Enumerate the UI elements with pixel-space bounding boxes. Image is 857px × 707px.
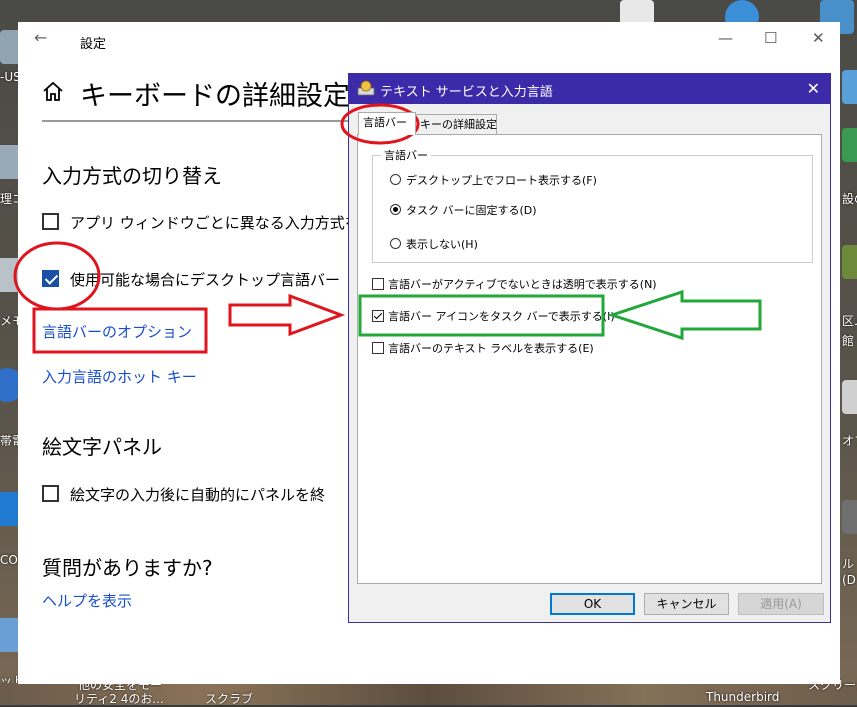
hidden-radio[interactable] — [390, 238, 401, 249]
desktop-label: 館 — [842, 334, 855, 348]
desktop-label: CO — [0, 553, 18, 567]
float-on-desktop-radio[interactable] — [390, 174, 401, 185]
input-hotkeys-link[interactable]: 入力言語のホット キー — [42, 366, 197, 387]
dock-in-taskbar-label: タスク バーに固定する(D) — [406, 204, 537, 217]
settings-window-title: 設定 — [80, 37, 107, 52]
section-questions-heading: 質問がありますか? — [42, 556, 213, 580]
show-text-labels-label: 言語バーのテキスト ラベルを表示する(E) — [388, 342, 594, 355]
cancel-button[interactable]: キャンセル — [644, 593, 729, 615]
desktop-icon-drive[interactable] — [842, 500, 857, 534]
dock-in-taskbar-radio[interactable] — [390, 204, 401, 215]
language-bar-group: 言語バー デスクトップ上でフロート表示する(F) タスク バーに固定する(D) … — [372, 147, 813, 263]
text-services-dialog: テキスト サービスと入力言語 ✕ 言語バー キーの詳細設定 言語バー デスクトッ… — [348, 73, 831, 623]
language-bar-group-label: 言語バー — [381, 147, 431, 163]
help-link[interactable]: ヘルプを表示 — [42, 590, 132, 611]
desktop-icon-office[interactable] — [842, 380, 857, 414]
close-icon[interactable]: ✕ — [812, 29, 825, 47]
maximize-icon[interactable]: ☐ — [764, 29, 777, 47]
desktop-icon-library[interactable] — [842, 245, 857, 279]
section-input-switch-heading: 入力方式の切り替え — [42, 164, 222, 188]
hidden-label: 表示しない(H) — [406, 238, 478, 251]
transparent-when-inactive-label: 言語バーがアクティブでないときは透明で表示する(N) — [388, 278, 657, 291]
desktop-label: (D — [842, 573, 856, 587]
page-title: キーボードの詳細設定 — [80, 81, 350, 112]
section-emoji-heading: 絵文字パネル — [42, 435, 162, 459]
desktop-langbar-checkbox[interactable] — [42, 270, 59, 287]
title-divider — [42, 120, 352, 122]
desktop-label: Thunderbird — [706, 690, 780, 704]
ok-button[interactable]: OK — [550, 593, 635, 615]
language-bar-tab-panel: 言語バー デスクトップ上でフロート表示する(F) タスク バーに固定する(D) … — [357, 134, 822, 584]
desktop-label: オフ — [842, 434, 857, 448]
emoji-autoclose-label: 絵文字の入力後に自動的にパネルを終 — [70, 486, 326, 504]
per-app-input-checkbox[interactable] — [42, 213, 59, 230]
tab-advanced-key-settings[interactable]: キーの詳細設定 — [415, 114, 497, 134]
tab-language-bar[interactable]: 言語バー — [358, 112, 416, 135]
transparent-when-inactive-checkbox[interactable] — [372, 278, 384, 290]
langbar-options-link[interactable]: 言語バーのオプション — [42, 321, 192, 342]
per-app-input-label: アプリ ウィンドウごとに異なる入力方式を — [70, 214, 360, 232]
emoji-autoclose-checkbox[interactable] — [42, 485, 59, 502]
desktop-icon-mail[interactable] — [842, 70, 857, 104]
desktop-label: 区ム — [842, 314, 857, 328]
dialog-titlebar[interactable]: テキスト サービスと入力言語 ✕ — [349, 74, 830, 104]
minimize-icon[interactable]: — — [718, 29, 733, 47]
desktop-label: リティ2 4のお... — [74, 692, 164, 706]
home-icon[interactable] — [42, 80, 64, 102]
desktop-label: スクラブ — [205, 692, 254, 706]
users-icon[interactable] — [842, 128, 857, 162]
keyboard-globe-icon — [357, 80, 375, 96]
show-icon-in-taskbar-checkbox[interactable] — [372, 310, 384, 322]
dialog-title: テキスト サービスと入力言語 — [380, 85, 553, 100]
dialog-close-icon[interactable]: ✕ — [807, 79, 820, 98]
show-icon-in-taskbar-label: 言語バー アイコンをタスク バーで表示する(I) — [388, 310, 615, 323]
show-text-labels-checkbox[interactable] — [372, 342, 384, 354]
desktop-langbar-label: 使用可能な場合にデスクトップ言語バー — [70, 271, 341, 289]
desktop-label: 設の — [842, 192, 857, 206]
float-on-desktop-label: デスクトップ上でフロート表示する(F) — [406, 174, 597, 187]
desktop-label: ル — [842, 557, 855, 571]
apply-button[interactable]: 適用(A) — [738, 593, 824, 615]
back-arrow-icon[interactable]: ← — [34, 28, 47, 47]
